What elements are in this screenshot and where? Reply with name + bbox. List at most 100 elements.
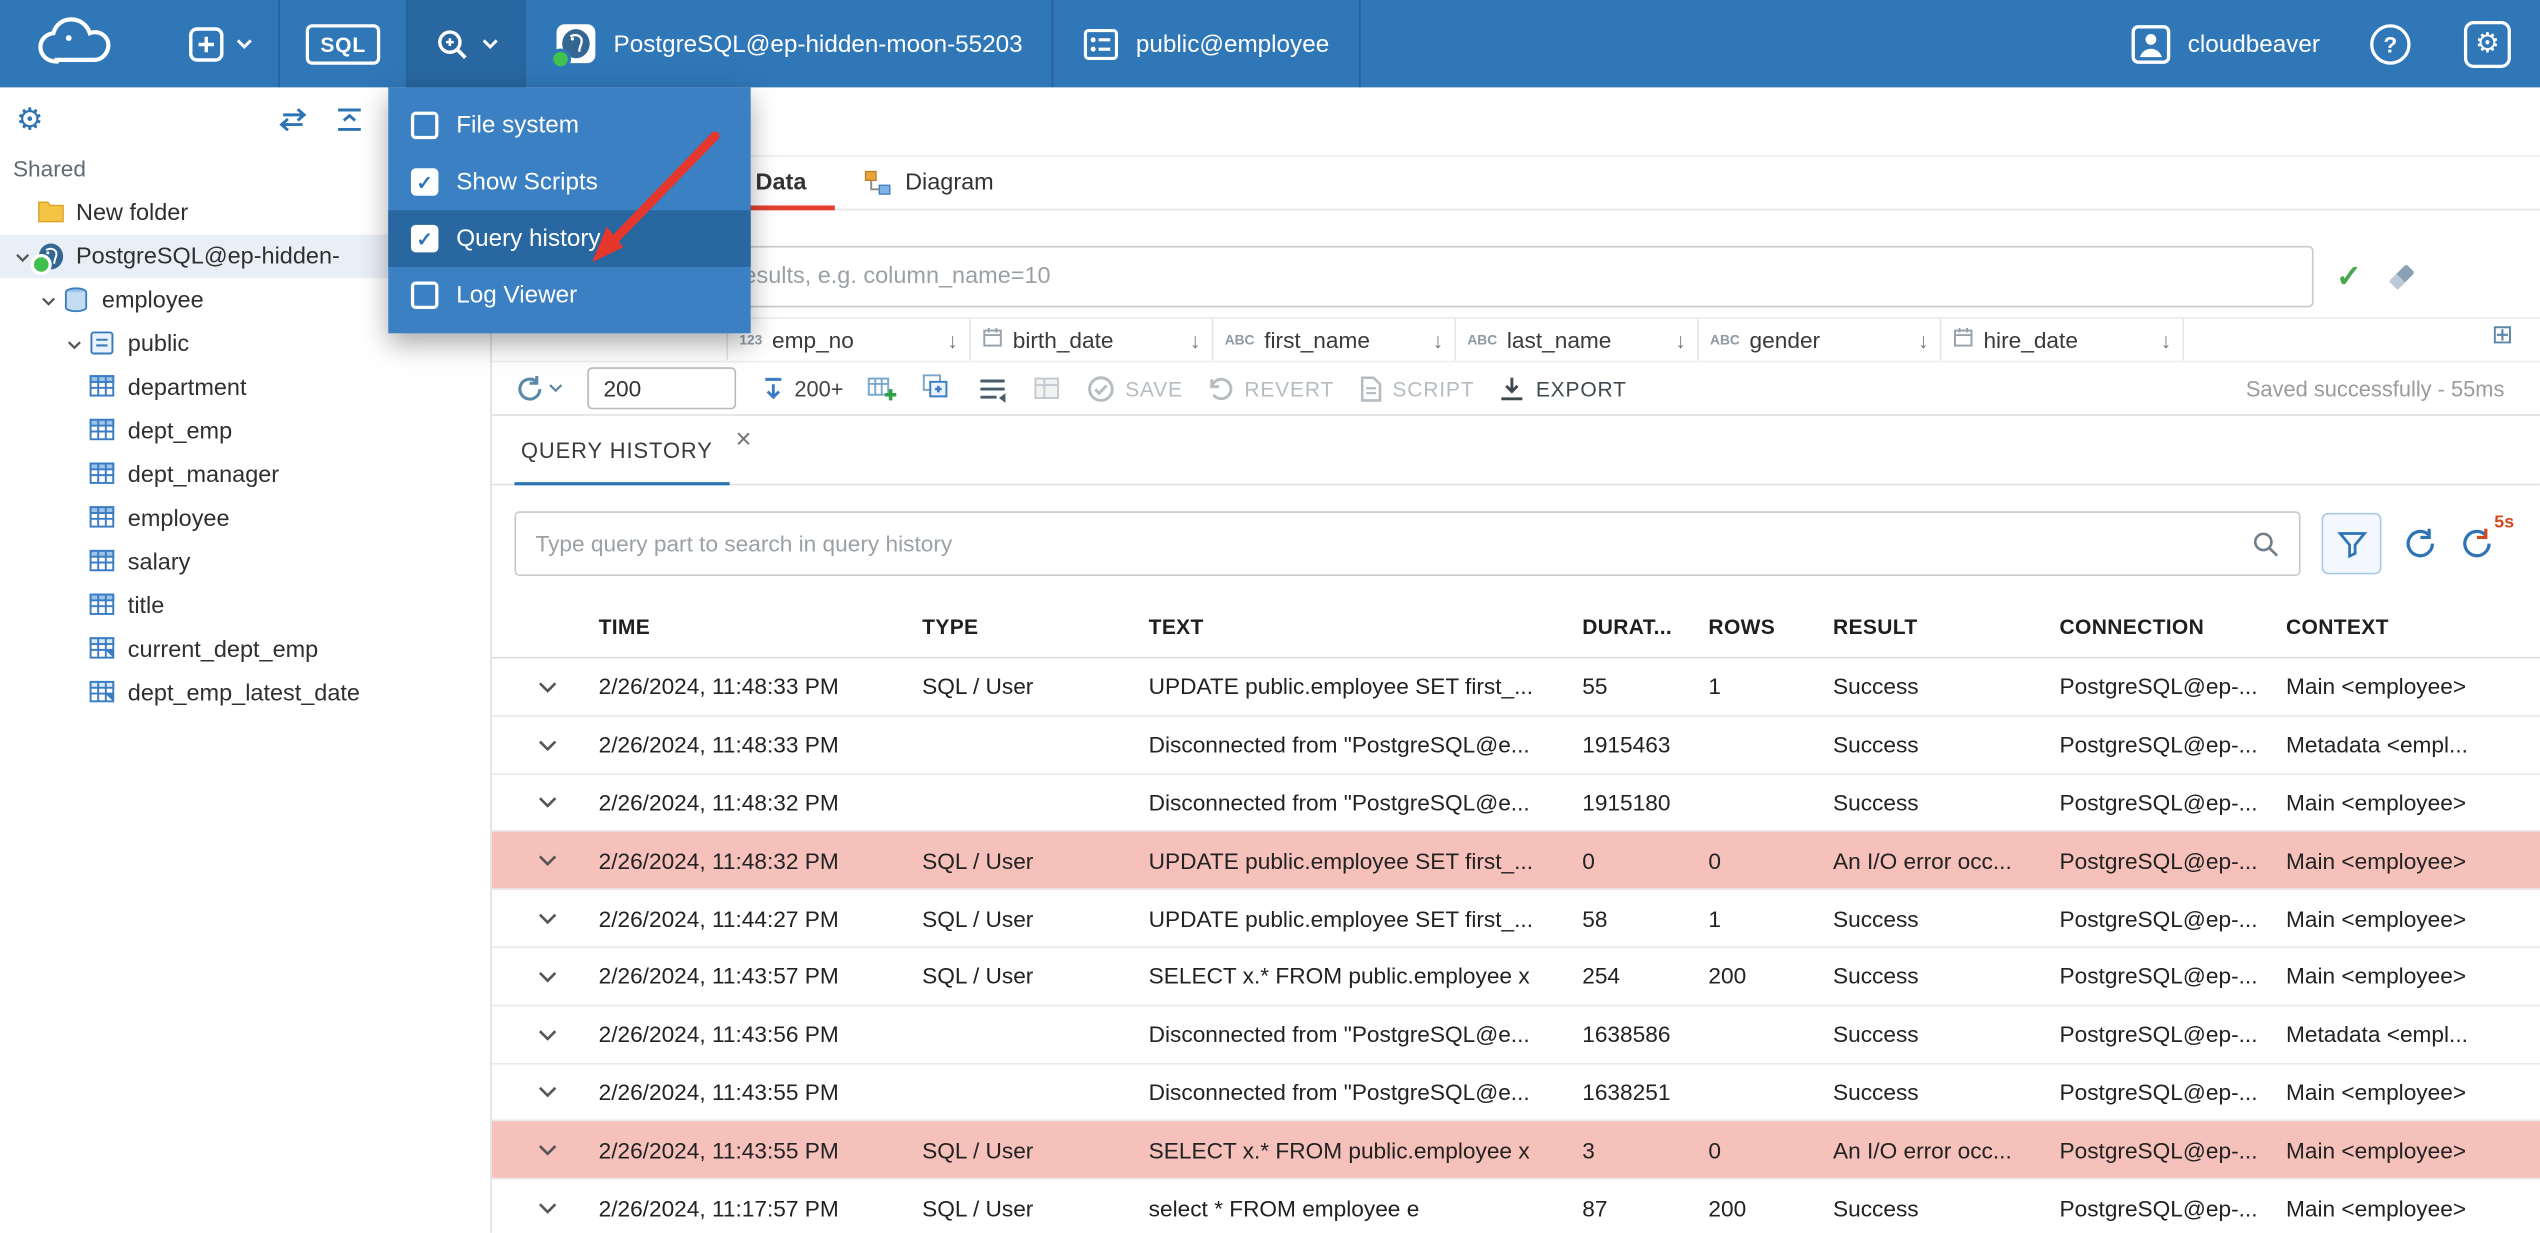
checkbox-icon[interactable]: ✓ bbox=[410, 168, 439, 196]
tree-item-department[interactable]: department bbox=[0, 366, 490, 410]
grid-column-last_name[interactable]: ABC last_name ↓ bbox=[1456, 318, 1699, 361]
sort-desc-icon[interactable]: ↓ bbox=[947, 328, 958, 352]
history-row[interactable]: 2/26/2024, 11:43:55 PM SQL / User SELECT x… bbox=[491, 1121, 2540, 1180]
refresh-results-icon[interactable] bbox=[514, 373, 563, 404]
fetch-all-button[interactable]: 200+ bbox=[760, 375, 844, 401]
expand-row-icon[interactable] bbox=[514, 673, 598, 701]
history-column-result[interactable]: RESULT bbox=[1833, 614, 2059, 638]
history-row[interactable]: 2/26/2024, 11:48:33 PM Disconnected from … bbox=[491, 716, 2540, 775]
checkbox-icon[interactable] bbox=[410, 281, 439, 310]
user-menu[interactable]: cloudbeaver bbox=[2108, 23, 2342, 64]
expand-row-icon[interactable] bbox=[514, 789, 598, 817]
schema-selector[interactable]: public@employee bbox=[1053, 0, 1358, 87]
history-column-text[interactable]: TEXT bbox=[1149, 614, 1583, 638]
history-column-context[interactable]: CONTEXT bbox=[2286, 614, 2540, 638]
history-row[interactable]: 2/26/2024, 11:48:32 PM SQL / User UPDATE p… bbox=[491, 832, 2540, 891]
history-column-time[interactable]: TIME bbox=[599, 614, 923, 638]
tree-item-label: dept_emp_latest_date bbox=[127, 680, 360, 707]
result-filter-input[interactable] bbox=[519, 263, 2312, 290]
grid-column-gender[interactable]: ABC gender ↓ bbox=[1699, 318, 1942, 361]
tree-item-salary[interactable]: salary bbox=[0, 540, 490, 584]
string-type-icon: ABC bbox=[1467, 331, 1498, 348]
sidebar-settings-icon[interactable]: ⚙ bbox=[16, 101, 44, 138]
history-filter-button[interactable] bbox=[2321, 512, 2382, 575]
tab-query-history[interactable]: QUERY HISTORY bbox=[514, 416, 729, 486]
menu-item-log-viewer[interactable]: Log Viewer bbox=[388, 267, 750, 324]
cell-type: SQL / User bbox=[922, 905, 1034, 932]
history-search-input[interactable] bbox=[516, 530, 2253, 557]
expand-row-icon[interactable] bbox=[514, 1078, 598, 1106]
help-button[interactable]: ? bbox=[2343, 0, 2438, 87]
history-row[interactable]: 2/26/2024, 11:48:33 PM SQL / User UPDATE p… bbox=[491, 658, 2540, 717]
history-column-rows[interactable]: ROWS bbox=[1708, 614, 1833, 638]
history-row[interactable]: 2/26/2024, 11:43:56 PM Disconnected from … bbox=[491, 1006, 2540, 1064]
tree-item-current-dept-emp[interactable]: current_dept_emp bbox=[0, 628, 490, 672]
export-button[interactable]: EXPORT bbox=[1499, 375, 1627, 403]
delete-row-icon[interactable] bbox=[978, 373, 1009, 404]
history-body: 2/26/2024, 11:48:33 PM SQL / User UPDATE p… bbox=[491, 658, 2540, 1233]
tree-item-title[interactable]: title bbox=[0, 584, 490, 628]
expand-row-icon[interactable] bbox=[514, 962, 598, 990]
add-row-icon[interactable] bbox=[868, 373, 899, 404]
history-column-type[interactable]: TYPE bbox=[922, 614, 1148, 638]
history-column-durat[interactable]: DURAT... bbox=[1582, 614, 1708, 638]
sort-desc-icon[interactable]: ↓ bbox=[1190, 328, 1201, 352]
tree-item-label: title bbox=[127, 592, 165, 619]
tree-item-dept-emp-latest-date[interactable]: dept_emp_latest_date bbox=[0, 671, 490, 715]
sql-editor-button[interactable]: SQL bbox=[280, 0, 407, 87]
history-row[interactable]: 2/26/2024, 11:17:57 PM SQL / User select *… bbox=[492, 1180, 2540, 1233]
checkbox-icon[interactable] bbox=[410, 111, 439, 140]
checkbox-icon[interactable]: ✓ bbox=[410, 224, 439, 253]
revert-cell-icon[interactable] bbox=[1033, 373, 1064, 404]
expand-row-icon[interactable] bbox=[514, 904, 598, 932]
history-row[interactable]: 2/26/2024, 11:43:55 PM Disconnected from … bbox=[491, 1064, 2540, 1122]
save-button[interactable]: SAVE bbox=[1088, 375, 1183, 403]
revert-icon bbox=[1210, 377, 1233, 400]
revert-button[interactable]: REVERT bbox=[1207, 375, 1334, 403]
expand-row-icon[interactable] bbox=[514, 1136, 598, 1164]
grid-column-emp_no[interactable]: 123 emp_no ↓ bbox=[728, 318, 971, 361]
sync-connections-icon[interactable] bbox=[277, 107, 309, 133]
history-row[interactable]: 2/26/2024, 11:44:27 PM SQL / User UPDATE p… bbox=[491, 890, 2540, 949]
new-object-button[interactable] bbox=[162, 0, 278, 87]
sort-desc-icon[interactable]: ↓ bbox=[1433, 328, 1444, 352]
expand-row-icon[interactable] bbox=[514, 847, 598, 875]
expander-icon[interactable] bbox=[61, 334, 87, 353]
grid-config-icon[interactable]: ⊞ bbox=[2491, 319, 2517, 351]
tab-diagram[interactable]: Diagram bbox=[836, 157, 1023, 209]
menu-item-show-scripts[interactable]: ✓ Show Scripts bbox=[388, 154, 750, 211]
history-row[interactable]: 2/26/2024, 11:43:57 PM SQL / User SELECT x… bbox=[491, 948, 2540, 1006]
cell-result: Success bbox=[1833, 963, 1919, 990]
tree-item-employee[interactable]: employee bbox=[0, 497, 490, 541]
history-row[interactable]: 2/26/2024, 11:48:32 PM Disconnected from … bbox=[491, 774, 2540, 833]
expand-row-icon[interactable] bbox=[514, 731, 598, 759]
duplicate-row-icon[interactable] bbox=[923, 373, 954, 404]
tree-item-dept-manager[interactable]: dept_manager bbox=[0, 453, 490, 497]
auto-refresh-icon[interactable]: 5s bbox=[2459, 513, 2514, 562]
collapse-all-icon[interactable] bbox=[335, 107, 364, 133]
menu-item-query-history[interactable]: ✓ Query history bbox=[388, 210, 751, 267]
sort-desc-icon[interactable]: ↓ bbox=[2161, 328, 2172, 352]
sort-desc-icon[interactable]: ↓ bbox=[1918, 328, 1929, 352]
connection-selector[interactable]: PostgreSQL@ep-hidden-moon-55203 bbox=[526, 0, 1052, 87]
clear-filter-icon[interactable] bbox=[2385, 262, 2419, 291]
tree-item-dept-emp[interactable]: dept_emp bbox=[0, 409, 490, 453]
menu-item-file-system[interactable]: File system bbox=[388, 97, 750, 154]
script-button[interactable]: SCRIPT bbox=[1358, 375, 1474, 403]
expand-row-icon[interactable] bbox=[514, 1194, 598, 1222]
cloudbeaver-logo[interactable] bbox=[0, 15, 162, 73]
history-refresh-icon[interactable] bbox=[2402, 526, 2438, 562]
grid-column-birth_date[interactable]: birth_date ↓ bbox=[971, 318, 1214, 361]
settings-button[interactable]: ⚙ bbox=[2438, 0, 2540, 87]
fetch-size-input[interactable] bbox=[588, 368, 735, 408]
expand-row-icon[interactable] bbox=[514, 1020, 598, 1048]
grid-column-hire_date[interactable]: hire_date ↓ bbox=[1941, 318, 2185, 361]
view-icon bbox=[89, 636, 117, 664]
close-panel-icon[interactable]: × bbox=[735, 424, 751, 456]
view-menu-button[interactable] bbox=[408, 0, 525, 88]
sort-desc-icon[interactable]: ↓ bbox=[1675, 328, 1686, 352]
apply-filter-icon[interactable]: ✓ bbox=[2336, 258, 2362, 295]
history-column-connection[interactable]: CONNECTION bbox=[2060, 614, 2286, 638]
expander-icon[interactable] bbox=[36, 290, 62, 309]
grid-column-first_name[interactable]: ABC first_name ↓ bbox=[1213, 318, 1457, 361]
